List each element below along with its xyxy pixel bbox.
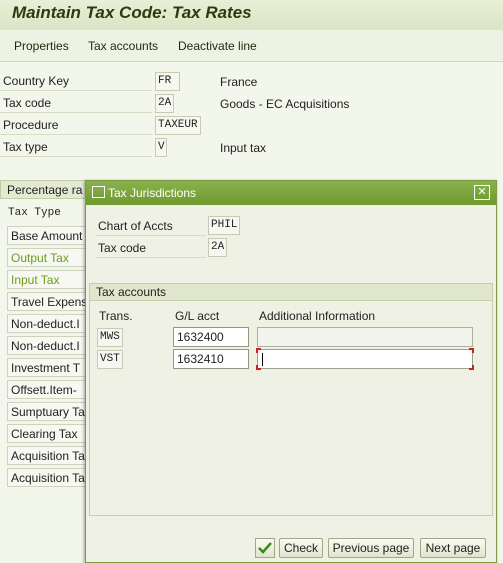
tax-type-row[interactable]: Investment T [7, 358, 89, 377]
additional-info-field-focused[interactable] [256, 348, 474, 370]
tax-type-row[interactable]: Acquisition Ta [7, 446, 89, 465]
dialog-tax-code-field[interactable]: 2A [208, 238, 227, 257]
tax-type-field[interactable]: V [155, 138, 167, 157]
tax-type-row[interactable]: Base Amount [7, 226, 89, 245]
dialog-title: Tax Jurisdictions [108, 186, 197, 200]
tax-type-row[interactable]: Input Tax [7, 270, 89, 289]
tax-type-row[interactable]: Travel Expense [7, 292, 89, 311]
properties-button[interactable]: Properties [14, 39, 69, 53]
confirm-button[interactable] [255, 538, 275, 558]
tab-percentage-rates[interactable]: Percentage ra [0, 180, 90, 199]
tax-type-row[interactable]: Clearing Tax [7, 424, 89, 443]
tax-type-column-header: Tax Type [8, 207, 61, 219]
next-page-button[interactable]: Next page [420, 538, 486, 558]
trans-column-header: Trans. [99, 309, 133, 323]
procedure-field[interactable]: TAXEUR [155, 116, 201, 135]
additional-info-column-header: Additional Information [259, 309, 376, 323]
deactivate-line-button[interactable]: Deactivate line [178, 39, 257, 53]
tax-jurisdictions-dialog: Tax Jurisdictions ✕ Chart of Accts PHIL … [85, 180, 497, 563]
check-button[interactable]: Check [279, 538, 323, 558]
tax-accounts-button[interactable]: Tax accounts [88, 39, 158, 53]
tax-code-field[interactable]: 2A [155, 94, 174, 113]
chart-of-accts-label: Chart of Accts [96, 216, 206, 236]
tax-type-row[interactable]: Non-deduct.I [7, 314, 89, 333]
tax-code-description: Goods - EC Acquisitions [220, 97, 350, 111]
gl-acct-column-header: G/L acct [175, 309, 220, 323]
country-key-label: Country Key [0, 71, 152, 91]
gl-acct-input[interactable]: 1632400 [173, 327, 249, 347]
tax-accounts-group: Tax accounts Trans. G/L acct Additional … [89, 283, 493, 516]
procedure-label: Procedure [0, 115, 152, 135]
focus-corner-marker [469, 365, 474, 370]
page-title: Maintain Tax Code: Tax Rates [12, 3, 252, 22]
checkmark-icon [258, 542, 272, 554]
tax-code-label: Tax code [0, 93, 152, 113]
trans-field: VST [97, 350, 123, 369]
tax-type-row[interactable]: Sumptuary Ta [7, 402, 89, 421]
additional-info-field[interactable] [257, 327, 473, 347]
trans-field: MWS [97, 328, 123, 347]
tax-type-description: Input tax [220, 141, 267, 155]
tax-accounts-group-title: Tax accounts [90, 284, 492, 301]
tax-type-row[interactable]: Non-deduct.I [7, 336, 89, 355]
focus-corner-marker [469, 348, 474, 353]
tax-type-row[interactable]: Output Tax [7, 248, 89, 267]
tax-type-row[interactable]: Acquisition Ta [7, 468, 89, 487]
gl-acct-input[interactable]: 1632410 [173, 349, 249, 369]
text-cursor [262, 353, 263, 366]
country-key-description: France [220, 75, 258, 89]
chart-of-accts-field[interactable]: PHIL [208, 216, 240, 235]
country-key-field[interactable]: FR [155, 72, 180, 91]
edit-icon [92, 186, 105, 198]
tax-type-row[interactable]: Offsett.Item- [7, 380, 89, 399]
close-icon[interactable]: ✕ [474, 185, 490, 200]
dialog-tax-code-label: Tax code [96, 238, 206, 258]
focus-corner-marker [256, 348, 261, 353]
previous-page-button[interactable]: Previous page [328, 538, 414, 558]
focus-corner-marker [256, 365, 261, 370]
tax-type-label: Tax type [0, 137, 152, 157]
